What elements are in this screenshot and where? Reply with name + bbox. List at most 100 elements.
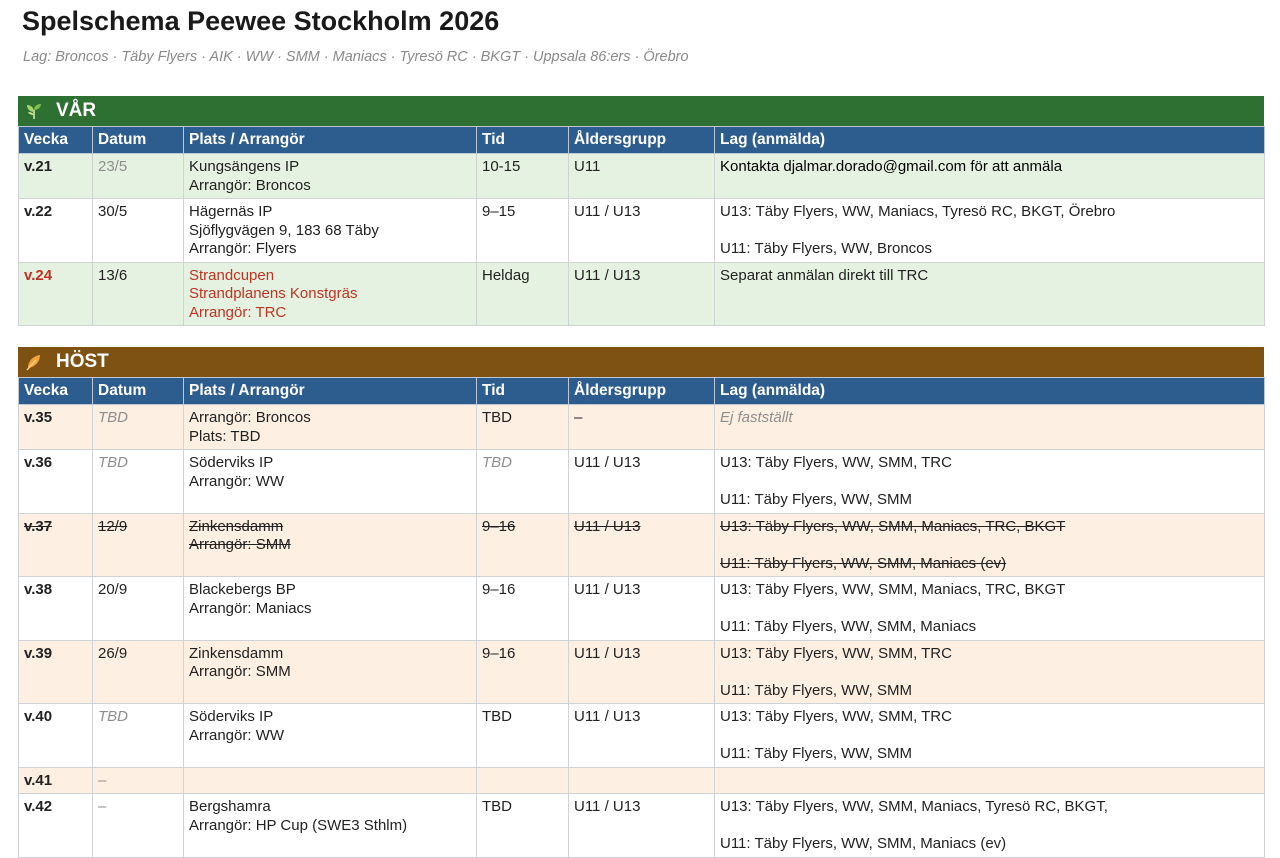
teams-cell: U13: Täby Flyers, WW, Maniacs, Tyresö RC… bbox=[714, 198, 1265, 263]
place-line: Arrangör: HP Cup (SWE3 Sthlm) bbox=[189, 816, 408, 834]
spring-banner: VÅR bbox=[18, 96, 1264, 126]
teams-u11: U11: Täby Flyers, WW, SMM, Maniacs (ev) bbox=[720, 835, 1007, 852]
table-row: v.24 13/6 Strandcupen Strandplanens Kons… bbox=[18, 261, 1265, 326]
week-cell: v.39 bbox=[18, 639, 93, 704]
table-row: v.21 23/5 Kungsängens IP Arrangör: Bronc… bbox=[18, 153, 1265, 199]
place-line: Arrangör: SMM bbox=[189, 536, 291, 553]
autumn-banner: HÖST bbox=[18, 347, 1264, 377]
place-cell: Blackebergs BP Arrangör: Maniacs bbox=[183, 576, 477, 641]
teams-cell: Kontakta djalmar.dorado@gmail.com för at… bbox=[714, 153, 1265, 199]
place-line: Söderviks IP bbox=[189, 454, 274, 471]
col-teams: Lag (anmälda) bbox=[714, 377, 1265, 405]
date-cell: 12/9 bbox=[92, 512, 184, 577]
col-time: Tid bbox=[476, 126, 569, 154]
leaf-icon bbox=[24, 352, 44, 372]
time-cell: 9–16 bbox=[476, 639, 569, 704]
teams-cell: U13: Täby Flyers, WW, SMM, TRC U11: Täby… bbox=[714, 703, 1265, 768]
teams-u13: U13: Täby Flyers, WW, SMM, TRC bbox=[720, 644, 952, 662]
teams-u11: U11: Täby Flyers, WW, Broncos bbox=[720, 240, 932, 257]
team-list-subtitle: Lag: Broncos · Täby Flyers · AIK · WW · … bbox=[23, 49, 689, 65]
teams-u13: U13: Täby Flyers, WW, Maniacs, Tyresö RC… bbox=[720, 203, 1116, 220]
place-cell: Hägernäs IP Sjöflygvägen 9, 183 68 Täby … bbox=[183, 198, 477, 263]
teams-u13: U13: Täby Flyers, WW, SMM, Maniacs, TRC,… bbox=[720, 517, 1066, 535]
registration-note: Separat anmälan direkt till TRC bbox=[720, 266, 929, 284]
teams-u13: U13: Täby Flyers, WW, SMM, Maniacs, Tyre… bbox=[720, 798, 1108, 815]
time-cell: TBD bbox=[476, 703, 569, 768]
age-cell: U11 bbox=[568, 153, 715, 199]
teams-u13: U13: Täby Flyers, WW, SMM, TRC bbox=[720, 708, 952, 725]
age-cell: U11 / U13 bbox=[568, 198, 715, 263]
place-line: Zinkensdamm bbox=[189, 517, 284, 535]
week-cell: v.38 bbox=[18, 576, 93, 641]
place-cell: Söderviks IP Arrangör: WW bbox=[183, 449, 477, 514]
date-cell: 20/9 bbox=[92, 576, 184, 641]
age-cell: – bbox=[568, 404, 715, 450]
time-cell: TBD bbox=[476, 449, 569, 514]
place-cell: Zinkensdamm Arrangör: SMM bbox=[183, 639, 477, 704]
place-line: Arrangör: Broncos bbox=[189, 176, 311, 194]
col-age-group: Åldersgrupp bbox=[568, 126, 715, 154]
place-line: Strandcupen bbox=[189, 266, 275, 284]
place-line: Kungsängens IP bbox=[189, 158, 300, 175]
spring-table: Vecka Datum Plats / Arrangör Tid Åldersg… bbox=[18, 126, 1265, 326]
place-line: Arrangör: SMM bbox=[189, 663, 291, 680]
week-cell: v.22 bbox=[18, 198, 93, 263]
place-cell: Bergshamra Arrangör: HP Cup (SWE3 Sthlm) bbox=[183, 793, 477, 858]
time-cell: Heldag bbox=[476, 261, 569, 326]
schedule-page: Spelschema Peewee Stockholm 2026 Lag: Br… bbox=[0, 0, 1280, 858]
teams-cell bbox=[714, 766, 1265, 794]
col-age-group: Åldersgrupp bbox=[568, 377, 715, 405]
date-cell: – bbox=[92, 766, 184, 794]
time-cell bbox=[476, 766, 569, 794]
teams-cell: U13: Täby Flyers, WW, SMM, Maniacs, Tyre… bbox=[714, 793, 1265, 858]
age-cell: U11 / U13 bbox=[568, 449, 715, 514]
autumn-section: HÖST Vecka Datum Plats / Arrangör Tid Ål… bbox=[18, 347, 1265, 858]
place-cell: Söderviks IP Arrangör: WW bbox=[183, 703, 477, 768]
teams-u11: U11: Täby Flyers, WW, SMM, Maniacs bbox=[720, 618, 977, 635]
age-cell: U11 / U13 bbox=[568, 512, 715, 577]
place-line: Bergshamra bbox=[189, 798, 271, 815]
teams-u11: U11: Täby Flyers, WW, SMM bbox=[720, 491, 912, 508]
age-cell: U11 / U13 bbox=[568, 639, 715, 704]
col-date: Datum bbox=[92, 377, 184, 405]
spring-header-row: Vecka Datum Plats / Arrangör Tid Åldersg… bbox=[18, 126, 1265, 154]
place-line: Strandplanens Konstgräs bbox=[189, 285, 358, 302]
place-line: Arrangör: Flyers bbox=[189, 240, 297, 257]
time-cell: 10-15 bbox=[476, 153, 569, 199]
time-cell: 9–16 bbox=[476, 512, 569, 577]
age-cell: U11 / U13 bbox=[568, 703, 715, 768]
table-row: v.39 26/9 Zinkensdamm Arrangör: SMM 9–16… bbox=[18, 639, 1265, 704]
teams-cell: U13: Täby Flyers, WW, SMM, TRC U11: Täby… bbox=[714, 449, 1265, 514]
week-cell: v.37 bbox=[18, 512, 93, 577]
autumn-header-row: Vecka Datum Plats / Arrangör Tid Åldersg… bbox=[18, 377, 1265, 405]
date-cell: 13/6 bbox=[92, 261, 184, 326]
table-row: v.36 TBD Söderviks IP Arrangör: WW TBD U… bbox=[18, 449, 1265, 514]
place-line: Blackebergs BP bbox=[189, 581, 296, 598]
place-cell: Kungsängens IP Arrangör: Broncos bbox=[183, 153, 477, 199]
table-row: v.38 20/9 Blackebergs BP Arrangör: Mania… bbox=[18, 576, 1265, 641]
spring-label: VÅR bbox=[56, 100, 97, 121]
week-cell: v.21 bbox=[18, 153, 93, 199]
place-cell: Arrangör: Broncos Plats: TBD bbox=[183, 404, 477, 450]
teams-u13: U13: Täby Flyers, WW, SMM, TRC bbox=[720, 454, 952, 471]
table-row: v.35 TBD Arrangör: Broncos Plats: TBD TB… bbox=[18, 404, 1265, 450]
teams-cell: U13: Täby Flyers, WW, SMM, Maniacs, TRC,… bbox=[714, 576, 1265, 641]
teams-u11: U11: Täby Flyers, WW, SMM bbox=[720, 681, 912, 699]
autumn-label: HÖST bbox=[56, 351, 109, 372]
col-place: Plats / Arrangör bbox=[183, 126, 477, 154]
week-cell: v.35 bbox=[18, 404, 93, 450]
place-cell: Zinkensdamm Arrangör: SMM bbox=[183, 512, 477, 577]
place-line: Arrangör: Broncos bbox=[189, 409, 311, 426]
place-line: Arrangör: Maniacs bbox=[189, 599, 312, 617]
teams-u11: U11: Täby Flyers, WW, SMM, Maniacs (ev) bbox=[720, 554, 1007, 572]
place-line: Arrangör: WW bbox=[189, 472, 285, 490]
date-cell: TBD bbox=[92, 404, 184, 450]
teams-u13: U13: Täby Flyers, WW, SMM, Maniacs, TRC,… bbox=[720, 581, 1066, 598]
table-row: v.41 – bbox=[18, 766, 1265, 794]
place-line: Sjöflygvägen 9, 183 68 Täby bbox=[189, 221, 379, 239]
spring-section: VÅR Vecka Datum Plats / Arrangör Tid Åld… bbox=[18, 96, 1265, 326]
date-cell: – bbox=[92, 793, 184, 858]
col-week: Vecka bbox=[18, 377, 93, 405]
week-cell: v.42 bbox=[18, 793, 93, 858]
place-cell: Strandcupen Strandplanens Konstgräs Arra… bbox=[183, 261, 477, 326]
